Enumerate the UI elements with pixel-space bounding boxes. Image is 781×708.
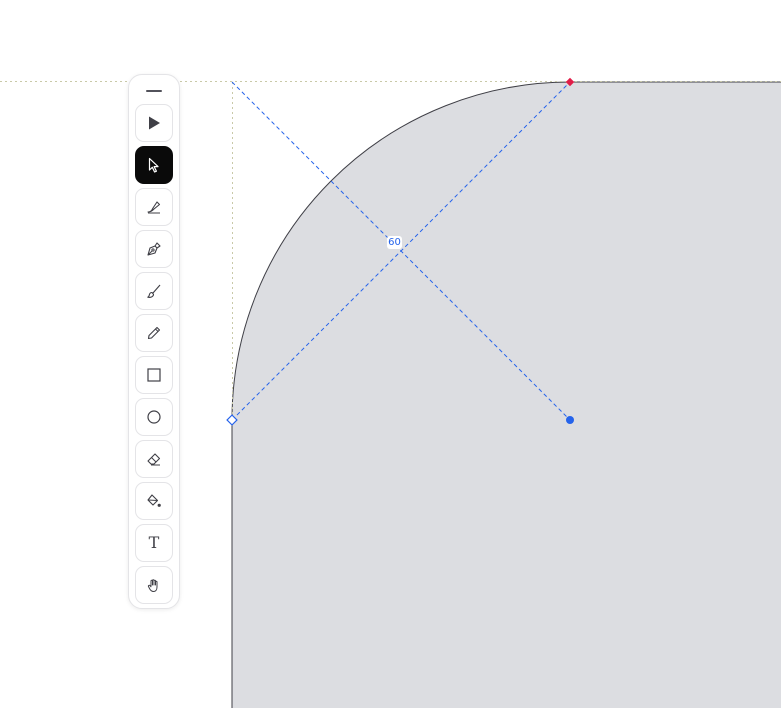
pen-tool-icon bbox=[147, 242, 161, 256]
tool-ellipse[interactable] bbox=[135, 398, 173, 436]
brush-icon bbox=[147, 284, 161, 298]
tool-pen[interactable] bbox=[135, 230, 173, 268]
toolbar-drag-handle[interactable] bbox=[146, 90, 162, 92]
tool-calligraphy[interactable] bbox=[135, 188, 173, 226]
paint-bucket-icon bbox=[147, 494, 161, 507]
tool-pencil[interactable] bbox=[135, 314, 173, 352]
tool-hand[interactable] bbox=[135, 566, 173, 604]
pencil-icon bbox=[147, 326, 161, 340]
drawing-canvas[interactable]: 60 bbox=[0, 0, 781, 708]
cursor-arrow-icon bbox=[148, 157, 159, 173]
tool-eraser[interactable] bbox=[135, 440, 173, 478]
tool-rectangle[interactable] bbox=[135, 356, 173, 394]
rounded-rect-shape[interactable] bbox=[232, 82, 781, 708]
arrow-filled-icon bbox=[149, 116, 160, 130]
tool-brush[interactable] bbox=[135, 272, 173, 310]
tool-palette: T bbox=[128, 74, 180, 609]
tool-text[interactable]: T bbox=[135, 524, 173, 562]
text-icon: T bbox=[148, 533, 160, 552]
corner-angle-label: 60 bbox=[387, 236, 402, 249]
circle-icon bbox=[147, 410, 161, 424]
tool-select[interactable] bbox=[135, 146, 173, 184]
nib-icon bbox=[147, 201, 161, 214]
tool-select-filled[interactable] bbox=[135, 104, 173, 142]
tool-fill[interactable] bbox=[135, 482, 173, 520]
canvas-svg bbox=[0, 77, 781, 708]
eraser-icon bbox=[147, 453, 161, 466]
radius-center-handle[interactable] bbox=[566, 416, 574, 424]
square-icon bbox=[147, 368, 161, 382]
hand-icon bbox=[147, 579, 158, 592]
